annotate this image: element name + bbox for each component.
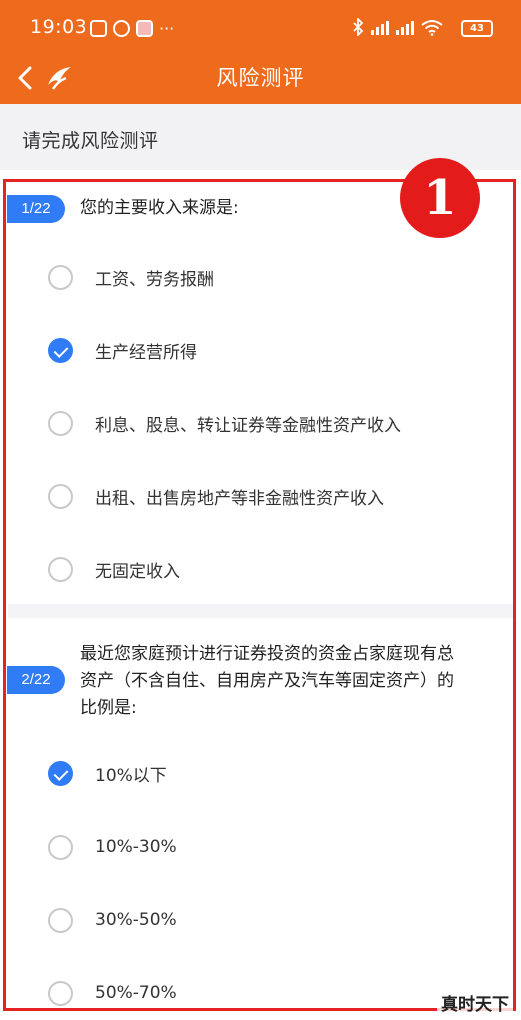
wifi-icon: [421, 19, 443, 36]
answer-option[interactable]: 出租、出售房地产等非金融性资产收入: [48, 479, 488, 513]
answer-option[interactable]: 10%以下: [48, 756, 488, 790]
radio-button[interactable]: [48, 264, 73, 290]
radio-button[interactable]: [48, 907, 73, 933]
option-label: 利息、股息、转让证券等金融性资产收入: [95, 415, 401, 436]
app-header: 19:03 ··· 43 风险测评: [0, 0, 521, 104]
watermark: 真时天下: [437, 989, 513, 1016]
radio-button-checked[interactable]: [48, 760, 73, 786]
answer-option[interactable]: 50%-70%: [48, 976, 488, 1010]
answer-option[interactable]: 生产经营所得: [48, 333, 488, 367]
question-text: 最近您家庭预计进行证券投资的资金占家庭现有总资产（不含自住、自用房产及汽车等固定…: [80, 644, 454, 718]
option-label: 50%-70%: [95, 983, 177, 1003]
option-label: 30%-50%: [95, 910, 177, 930]
bluetooth-icon: [353, 18, 364, 36]
radio-button[interactable]: [48, 410, 73, 436]
question-divider: [8, 604, 513, 618]
hd-signal-icon: [396, 19, 414, 35]
battery-icon: 43: [461, 20, 493, 37]
notification-app-icon: [136, 20, 153, 37]
answer-option[interactable]: 工资、劳务报酬: [48, 260, 488, 294]
page-title: 风险测评: [216, 66, 305, 90]
option-label: 出租、出售房地产等非金融性资产收入: [95, 488, 384, 509]
option-label: 10%-30%: [95, 837, 177, 857]
status-bar: 19:03 ··· 43: [0, 0, 521, 56]
more-notifications-icon: ···: [159, 18, 175, 38]
question-number-badge: 2/22: [7, 666, 65, 694]
notification-app-icon: [113, 20, 130, 37]
option-label: 10%以下: [95, 765, 167, 786]
answer-option[interactable]: 30%-50%: [48, 903, 488, 937]
annotation-step-marker: 1: [400, 158, 480, 238]
option-label: 无固定收入: [95, 561, 180, 582]
option-label: 生产经营所得: [95, 342, 197, 363]
battery-level: 43: [461, 20, 493, 37]
answer-option[interactable]: 10%-30%: [48, 830, 488, 864]
answer-option[interactable]: 利息、股息、转让证券等金融性资产收入: [48, 406, 488, 440]
status-time: 19:03: [30, 16, 88, 38]
radio-button[interactable]: [48, 834, 73, 860]
hd-signal-icon: [371, 19, 389, 35]
notification-icons: ···: [90, 20, 174, 37]
option-label: 工资、劳务报酬: [95, 269, 214, 290]
annotation-highlight-box: [3, 179, 516, 1011]
radio-button-checked[interactable]: [48, 337, 73, 363]
notification-app-icon: [90, 20, 107, 37]
answer-option[interactable]: 无固定收入: [48, 552, 488, 586]
status-indicators: [353, 18, 443, 36]
nav-bar: 风险测评: [0, 56, 521, 104]
section-title: 请完成风险测评: [22, 130, 159, 152]
radio-button[interactable]: [48, 483, 73, 509]
question-number-badge: 1/22: [7, 195, 65, 223]
radio-button[interactable]: [48, 980, 73, 1006]
radio-button[interactable]: [48, 556, 73, 582]
